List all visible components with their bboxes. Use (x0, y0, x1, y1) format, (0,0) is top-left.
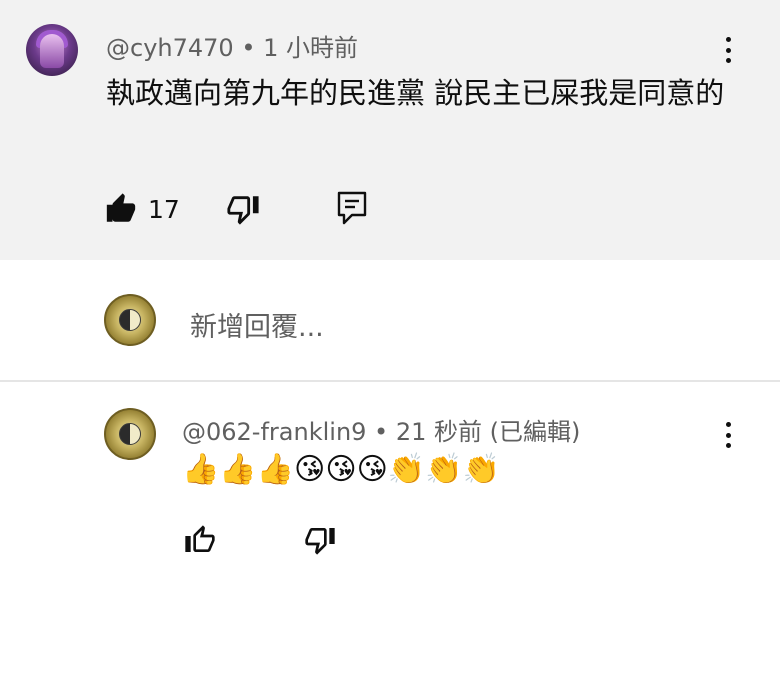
dislike-icon[interactable] (226, 192, 260, 226)
parent-comment-time: 1 小時前 (263, 34, 359, 62)
parent-author-name[interactable]: @cyh7470 (106, 34, 234, 62)
reply-comment-time: 21 秒前 (395, 418, 483, 446)
reply-comment: @062-franklin9 • 21 秒前 (已編輯) 👍👍👍😘😘😘👏👏👏 (0, 384, 780, 688)
parent-more-actions-icon[interactable] (718, 33, 738, 67)
reply-comment-header: @062-franklin9 • 21 秒前 (已編輯) (182, 412, 580, 447)
reply-author-name[interactable]: @062-franklin9 (182, 418, 366, 446)
avatar-figure (40, 34, 64, 68)
reply-author-avatar[interactable] (104, 408, 156, 460)
reply-comment-icon[interactable] (336, 190, 368, 226)
parent-comment-header: @cyh7470 • 1 小時前 (106, 28, 358, 63)
like-filled-icon[interactable] (104, 192, 138, 226)
header-separator: • (366, 418, 396, 446)
parent-author-avatar[interactable] (26, 24, 78, 76)
current-user-avatar (104, 294, 156, 346)
reply-more-actions-icon[interactable] (718, 418, 738, 452)
like-count: 17 (148, 195, 180, 224)
reply-comment-text: 👍👍👍😘😘😘👏👏👏 (182, 452, 500, 487)
yin-yang-icon (119, 309, 141, 331)
dislike-icon[interactable] (304, 524, 336, 556)
yin-yang-icon (119, 423, 141, 445)
add-reply-input[interactable]: 新增回覆... (190, 305, 324, 344)
like-icon[interactable] (184, 524, 216, 556)
reply-composer: 新增回覆... (0, 260, 780, 382)
edited-label: (已編輯) (489, 418, 581, 446)
header-separator: • (233, 34, 264, 62)
parent-comment: @cyh7470 • 1 小時前 執政邁向第九年的民進黨 說民主已屎我是同意的 … (0, 0, 780, 260)
parent-comment-text: 執政邁向第九年的民進黨 說民主已屎我是同意的 (106, 76, 725, 110)
